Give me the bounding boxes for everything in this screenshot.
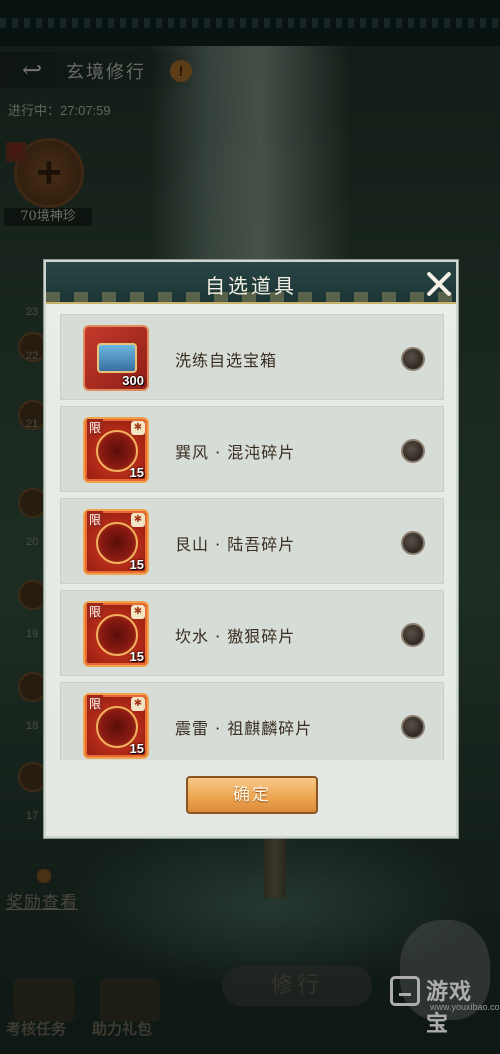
item-radio[interactable] [401,623,425,647]
list-item[interactable]: 限 ✱ 15 艮山 · 陆吾碎片 [60,498,444,584]
item-list[interactable]: 300 洗练自选宝箱 限 ✱ 15 巽风 · 混沌碎片 限 ✱ 15 艮山 · … [60,314,444,760]
item-quantity: 15 [129,465,144,480]
item-name: 坎水 · 獓狠碎片 [175,627,296,646]
item-quantity: 15 [129,557,144,572]
limited-tag: 限 [87,419,104,436]
dialog-header: 自选道具 [46,262,456,304]
item-quantity: 300 [122,373,144,388]
item-name: 艮山 · 陆吾碎片 [175,535,296,554]
item-name: 巽风 · 混沌碎片 [175,443,296,462]
badge-icon: ✱ [131,421,145,435]
item-name: 洗练自选宝箱 [175,351,278,370]
chest-shape [97,343,137,373]
item-quantity: 15 [129,741,144,756]
list-item[interactable]: 限 ✱ 15 坎水 · 獓狠碎片 [60,590,444,676]
badge-icon: ✱ [131,605,145,619]
list-item[interactable]: 300 洗练自选宝箱 [60,314,444,400]
badge-icon: ✱ [131,697,145,711]
limited-tag: 限 [87,511,104,528]
qilin-fragment-icon: 限 ✱ 15 [83,693,149,759]
item-name: 震雷 · 祖麒麟碎片 [175,719,313,738]
close-icon[interactable] [422,266,456,300]
confirm-button[interactable]: 确定 [186,776,318,814]
limited-tag: 限 [87,603,104,620]
luwu-fragment-icon: 限 ✱ 15 [83,509,149,575]
dialog-title: 自选道具 [205,274,297,298]
item-radio[interactable] [401,531,425,555]
treasure-chest-icon: 300 [83,325,149,391]
item-radio[interactable] [401,439,425,463]
item-select-dialog: 自选道具 300 洗练自选宝箱 限 ✱ 15 巽风 · 混沌碎片 限 ✱ 15 … [44,260,458,838]
hundun-fragment-icon: 限 ✱ 15 [83,417,149,483]
list-item[interactable]: 限 ✱ 15 震雷 · 祖麒麟碎片 [60,682,444,760]
item-radio[interactable] [401,347,425,371]
item-radio[interactable] [401,715,425,739]
item-quantity: 15 [129,649,144,664]
list-item[interactable]: 限 ✱ 15 巽风 · 混沌碎片 [60,406,444,492]
limited-tag: 限 [87,695,104,712]
aoyin-fragment-icon: 限 ✱ 15 [83,601,149,667]
badge-icon: ✱ [131,513,145,527]
